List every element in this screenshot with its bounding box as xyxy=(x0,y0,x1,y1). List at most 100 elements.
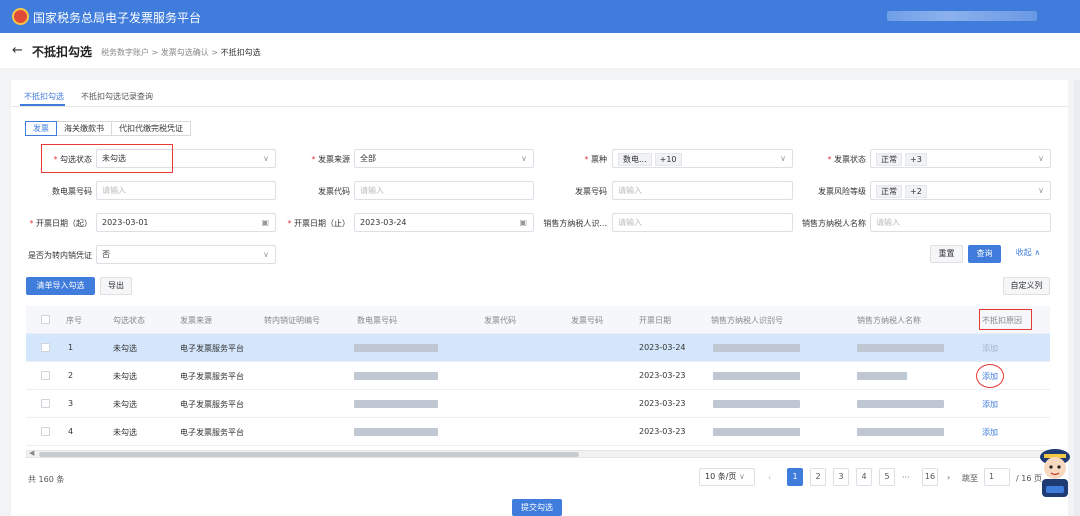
user-info[interactable] xyxy=(887,11,1037,21)
column-header: 销售方纳税人名称 xyxy=(857,316,921,325)
breadcrumb-item[interactable]: 税务数字账户 xyxy=(101,48,149,57)
date-start-input[interactable]: 2023-03-01 ▣ xyxy=(96,213,276,232)
redacted-seller-id xyxy=(713,428,800,436)
row-source: 电子发票服务平台 xyxy=(180,344,244,353)
risk-level-more: +2 xyxy=(905,185,927,198)
chevron-down-icon: ∨ xyxy=(738,472,745,481)
source-label: * 发票来源 xyxy=(311,155,350,164)
page-button[interactable]: 5 xyxy=(879,468,895,486)
platform-title: 国家税务总局电子发票服务平台 xyxy=(33,11,202,25)
date-end-label: * 开票日期（止） xyxy=(287,219,350,228)
row-status: 未勾选 xyxy=(113,400,137,409)
column-header: 勾选状态 xyxy=(113,316,145,325)
add-highlight-circle xyxy=(976,364,1004,388)
active-tab-indicator xyxy=(20,104,65,106)
prev-page-icon[interactable]: ‹ xyxy=(768,473,771,482)
back-arrow-icon[interactable]: ← xyxy=(12,43,23,58)
invoice-status-select[interactable]: 正常 +3 ∨ xyxy=(870,149,1051,168)
redacted-seller-id xyxy=(713,372,800,380)
chevron-down-icon: ∨ xyxy=(263,154,269,163)
ticket-type-more: +10 xyxy=(654,153,682,166)
scrollbar-thumb[interactable] xyxy=(39,452,579,457)
redacted-number xyxy=(354,372,438,380)
tab-check-records[interactable]: 不抵扣勾选记录查询 xyxy=(81,91,153,102)
page-title: 不抵扣勾选 xyxy=(32,45,93,59)
top-bar: 国家税务总局电子发票服务平台 xyxy=(0,0,1080,33)
chevron-down-icon: ∨ xyxy=(780,154,786,163)
add-reason-link[interactable]: 添加 xyxy=(982,343,998,354)
import-check-button[interactable]: 清单导入勾选 xyxy=(26,277,95,295)
row-date: 2023-03-23 xyxy=(639,371,686,380)
column-header: 数电票号码 xyxy=(357,316,397,325)
row-checkbox[interactable] xyxy=(41,427,50,436)
subtab-invoice[interactable]: 发票 xyxy=(25,121,57,136)
redacted-seller-name xyxy=(857,372,907,380)
invoice-status-tag: 正常 xyxy=(876,153,902,166)
digital-no-label: 数电票号码 xyxy=(52,187,92,196)
add-reason-link[interactable]: 添加 xyxy=(982,399,998,410)
invoice-code-input[interactable]: 请输入 xyxy=(354,181,534,200)
tax-emblem-icon xyxy=(12,8,29,25)
scroll-left-icon[interactable]: ◀ xyxy=(29,449,34,457)
submit-check-button[interactable]: 提交勾选 xyxy=(512,499,562,516)
invoice-no-input[interactable]: 请输入 xyxy=(612,181,793,200)
table-row[interactable]: 2 未勾选 电子发票服务平台 2023-03-23 添加 xyxy=(26,362,1050,390)
export-button[interactable]: 导出 xyxy=(100,277,132,295)
breadcrumb-separator: > xyxy=(151,48,159,57)
next-page-icon[interactable]: › xyxy=(947,473,950,482)
page-button[interactable]: 2 xyxy=(810,468,826,486)
page-button[interactable]: 4 xyxy=(856,468,872,486)
breadcrumb-item[interactable]: 发票勾选确认 xyxy=(161,48,209,57)
seller-name-input[interactable]: 请输入 xyxy=(870,213,1051,232)
invoice-status-more: +3 xyxy=(905,153,927,166)
horizontal-scrollbar[interactable]: ◀ xyxy=(26,449,1050,458)
row-source: 电子发票服务平台 xyxy=(180,428,244,437)
query-button[interactable]: 查询 xyxy=(968,245,1001,263)
collapse-link[interactable]: 收起 ∧ xyxy=(1010,245,1046,263)
custom-columns-button[interactable]: 自定义列 xyxy=(1003,277,1050,295)
subtab-withholding[interactable]: 代扣代缴完税凭证 xyxy=(111,121,191,136)
column-header: 销售方纳税人识别号 xyxy=(711,316,783,325)
breadcrumb-current: 不抵扣勾选 xyxy=(220,48,261,57)
select-all-checkbox[interactable] xyxy=(41,315,50,324)
source-select[interactable]: 全部 ∨ xyxy=(354,149,534,168)
redacted-seller-name xyxy=(857,344,944,352)
tab-divider xyxy=(11,106,1068,107)
date-end-input[interactable]: 2023-03-24 ▣ xyxy=(354,213,534,232)
assistant-mascot-icon[interactable] xyxy=(1034,444,1076,500)
row-checkbox[interactable] xyxy=(41,399,50,408)
redacted-seller-id xyxy=(713,400,800,408)
seller-id-input[interactable]: 请输入 xyxy=(612,213,793,232)
redacted-seller-name xyxy=(857,428,944,436)
table-row[interactable]: 1 未勾选 电子发票服务平台 2023-03-24 添加 xyxy=(26,334,1050,362)
row-status: 未勾选 xyxy=(113,428,137,437)
redacted-seller-id xyxy=(713,344,800,352)
calendar-icon: ▣ xyxy=(519,218,527,227)
table-row[interactable]: 4 未勾选 电子发票服务平台 2023-03-23 添加 xyxy=(26,418,1050,446)
reset-button[interactable]: 重置 xyxy=(930,245,963,263)
ticket-type-tag: 数电... xyxy=(618,153,652,166)
column-header: 转内销证明编号 xyxy=(264,316,320,325)
add-reason-link[interactable]: 添加 xyxy=(982,427,998,438)
redacted-number xyxy=(354,428,438,436)
ticket-type-select[interactable]: 数电... +10 ∨ xyxy=(612,149,793,168)
transfer-select[interactable]: 否 ∨ xyxy=(96,245,276,264)
table-row[interactable]: 3 未勾选 电子发票服务平台 2023-03-23 添加 xyxy=(26,390,1050,418)
breadcrumb: 税务数字账户 > 发票勾选确认 > 不抵扣勾选 xyxy=(101,47,261,58)
risk-level-select[interactable]: 正常 +2 ∨ xyxy=(870,181,1051,200)
subtab-customs[interactable]: 海关缴款书 xyxy=(56,121,112,136)
column-header: 发票来源 xyxy=(180,316,212,325)
goto-input[interactable]: 1 xyxy=(984,468,1010,486)
page-button[interactable]: 3 xyxy=(833,468,849,486)
column-header: 发票代码 xyxy=(484,316,516,325)
digital-no-input[interactable]: 请输入 xyxy=(96,181,276,200)
row-checkbox[interactable] xyxy=(41,371,50,380)
row-checkbox[interactable] xyxy=(41,343,50,352)
row-source: 电子发票服务平台 xyxy=(180,400,244,409)
page-button[interactable]: 1 xyxy=(787,468,803,486)
page-ellipsis[interactable]: ··· xyxy=(902,473,910,482)
page-button[interactable]: 16 xyxy=(922,468,938,486)
page-size-select[interactable]: 10 条/页 ∨ xyxy=(699,468,755,486)
tab-non-deduction-check[interactable]: 不抵扣勾选 xyxy=(24,91,64,102)
invoice-table: 序号 勾选状态 发票来源 转内销证明编号 数电票号码 发票代码 发票号码 开票日… xyxy=(26,306,1050,448)
